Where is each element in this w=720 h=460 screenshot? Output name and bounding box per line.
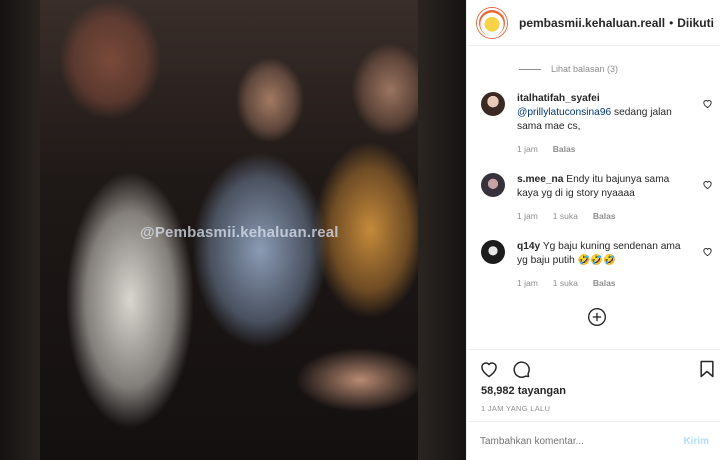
comment-item: q14y Yg baju kuning sendenan ama yg baju… <box>477 240 713 288</box>
comment-meta: 1 jam 1 suka Balas <box>517 278 713 288</box>
add-comment-bar: Kirim <box>467 421 720 460</box>
comment-body: italhatifah_syafei @prillylatuconsina96 … <box>517 92 713 134</box>
comment-username[interactable]: q14y <box>517 241 540 252</box>
comment-input[interactable] <box>480 435 670 447</box>
post-comment-button[interactable]: Kirim <box>683 436 709 447</box>
comment-time: 1 jam <box>517 278 538 288</box>
comment-username[interactable]: italhatifah_syafei <box>517 93 600 104</box>
plus-circle-icon[interactable] <box>587 307 607 327</box>
comment-time: 1 jam <box>517 144 538 154</box>
heart-icon[interactable] <box>702 98 713 109</box>
comment-likes[interactable]: 1 suka <box>553 278 578 288</box>
follow-status-button[interactable]: Diikuti <box>677 16 714 30</box>
header-separator: • <box>669 15 674 30</box>
bookmark-icon[interactable] <box>697 359 717 379</box>
header-username[interactable]: pembasmii.kehaluan.reall <box>519 16 665 30</box>
view-replies-label: Lihat balasan (3) <box>551 64 619 74</box>
comment-body: q14y Yg baju kuning sendenan ama yg baju… <box>517 240 713 268</box>
comment-text: Yg baju kuning sendenan ama yg baju puti… <box>517 241 681 266</box>
comment-reply-button[interactable]: Balas <box>593 278 616 288</box>
post-header: pembasmii.kehaluan.reall • Diikuti <box>467 0 720 46</box>
letterbox-right <box>418 0 466 460</box>
comment-avatar[interactable] <box>481 92 505 116</box>
heart-icon[interactable] <box>702 246 713 257</box>
like-heart-icon[interactable] <box>479 359 499 379</box>
view-count[interactable]: 58,982 tayangan <box>481 385 566 397</box>
comment-time: 1 jam <box>517 211 538 221</box>
comment-mention[interactable]: @prillylatuconsina96 <box>517 107 611 118</box>
heart-icon[interactable] <box>702 179 713 190</box>
comment-body: s.mee_na Endy itu bajunya sama kaya yg d… <box>517 173 713 201</box>
profile-avatar[interactable] <box>477 7 507 38</box>
post-timestamp: 1 JAM YANG LALU <box>481 404 551 413</box>
comment-username[interactable]: s.mee_na <box>517 174 563 185</box>
comment-meta: 1 jam 1 suka Balas <box>517 211 713 221</box>
letterbox-left <box>0 0 40 460</box>
comment-item: s.mee_na Endy itu bajunya sama kaya yg d… <box>477 173 713 221</box>
comment-reply-button[interactable]: Balas <box>553 144 576 154</box>
post-media[interactable]: @Pembasmii.kehaluan.real <box>0 0 466 460</box>
comment-reply-button[interactable]: Balas <box>593 211 616 221</box>
comment-avatar[interactable] <box>481 173 505 197</box>
video-watermark: @Pembasmii.kehaluan.real <box>140 224 339 241</box>
comment-meta: 1 jam Balas <box>517 144 713 154</box>
view-replies-button[interactable]: Lihat balasan (3) <box>519 62 720 76</box>
post-actions <box>467 349 720 386</box>
post-side-panel: pembasmii.kehaluan.reall • Diikuti Lihat… <box>466 0 720 460</box>
comment-icon[interactable] <box>511 359 531 379</box>
replies-divider <box>519 68 541 70</box>
comment-avatar[interactable] <box>481 240 505 264</box>
comment-item: italhatifah_syafei @prillylatuconsina96 … <box>477 92 713 154</box>
comment-likes[interactable]: 1 suka <box>553 211 578 221</box>
